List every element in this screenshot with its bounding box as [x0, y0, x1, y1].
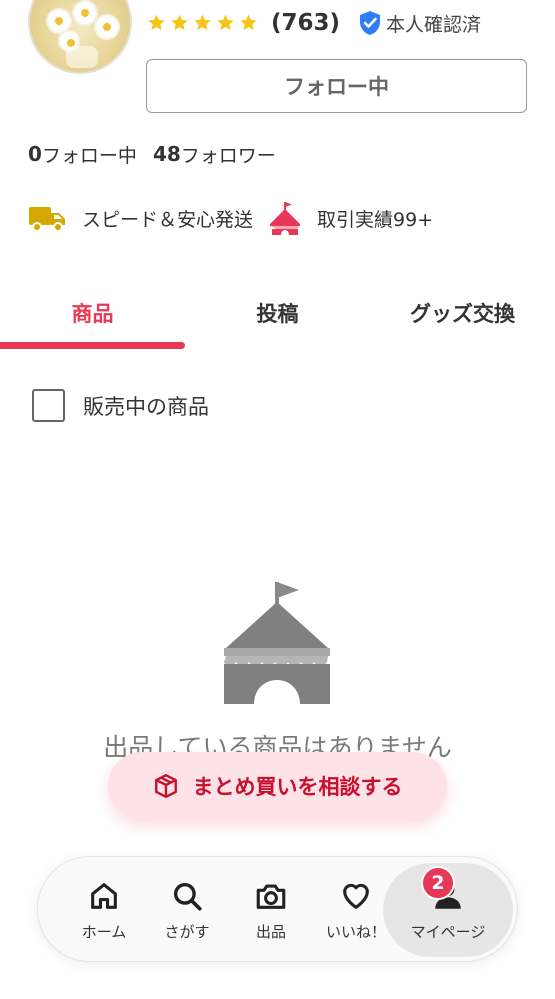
bundle-purchase-label[interactable]: まとめ買いを相談する: [193, 771, 403, 801]
review-count[interactable]: (763): [271, 10, 340, 36]
tab-goods-exchange[interactable]: グッズ交換: [370, 288, 555, 338]
on-sale-label[interactable]: 販売中の商品: [83, 391, 209, 421]
star-icon: [148, 14, 165, 31]
profile-tabs: 商品 投稿 グッズ交換: [0, 288, 555, 350]
camera-icon: [256, 884, 286, 909]
star-icon: [240, 14, 257, 31]
home-icon: [91, 883, 117, 909]
nav-item-likes[interactable]: いいね！: [314, 857, 398, 963]
star-icon: [217, 14, 234, 31]
nav-label-search: さがす: [164, 923, 210, 941]
nav-item-search[interactable]: さがす: [145, 857, 229, 963]
tent-icon: [270, 202, 301, 235]
verified-badge: 本人確認済: [358, 10, 481, 37]
star-icon: [171, 14, 188, 31]
on-sale-checkbox[interactable]: [32, 389, 65, 422]
tab-products[interactable]: 商品: [0, 288, 185, 338]
nav-item-home[interactable]: ホーム: [62, 857, 146, 963]
tab-posts[interactable]: 投稿: [185, 288, 370, 338]
followers-count[interactable]: 48: [153, 142, 181, 166]
nav-label-likes: いいね！: [325, 923, 386, 941]
search-icon: [173, 882, 202, 911]
on-sale-filter[interactable]: 販売中の商品: [32, 389, 209, 422]
shop-badges: スピード＆安心発送 取引実績99+: [28, 198, 433, 238]
nav-label-mypage: マイページ: [410, 923, 486, 941]
followers-label[interactable]: フォロワー: [181, 141, 276, 168]
following-label[interactable]: フォロー中: [42, 141, 137, 168]
bundle-purchase-button[interactable]: まとめ買いを相談する: [108, 752, 447, 820]
nav-label-sell: 出品: [255, 923, 286, 941]
rating-stars: [146, 13, 259, 33]
badge-label-shipping: スピード＆安心発送: [82, 208, 254, 231]
notification-badge: 2: [421, 866, 455, 900]
empty-tent-icon: [224, 582, 330, 704]
star-icon: [194, 14, 211, 31]
badge-label-trades: 取引実績99+: [317, 208, 434, 231]
box-icon: [154, 773, 177, 799]
verified-label: 本人確認済: [386, 13, 482, 36]
follow-button[interactable]: フォロー中: [146, 59, 527, 113]
shop-avatar[interactable]: [28, 0, 132, 74]
following-count[interactable]: 0: [28, 142, 42, 166]
truck-icon: [29, 207, 65, 232]
active-tab-indicator: [0, 342, 185, 349]
verified-shield-icon: [360, 11, 381, 35]
rating-row[interactable]: (763) 本人確認済: [146, 8, 481, 38]
nav-label-home: ホーム: [81, 923, 127, 941]
nav-item-sell[interactable]: 出品: [229, 857, 313, 963]
heart-icon: [343, 883, 369, 909]
follow-counts: 0 フォロー中 48 フォロワー: [28, 140, 276, 168]
